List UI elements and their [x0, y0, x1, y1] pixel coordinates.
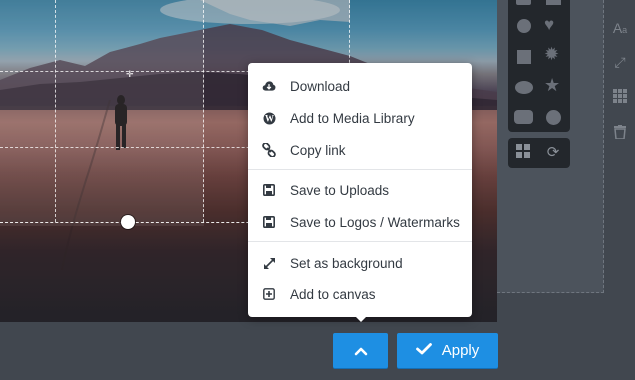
menu-item-label: Set as background	[290, 255, 403, 271]
star-shape-icon[interactable]: ★	[544, 75, 560, 96]
crosshair-icon: ✛	[126, 69, 134, 79]
trash-icon[interactable]	[609, 124, 631, 144]
bottom-toolbar	[0, 322, 635, 380]
apply-button-label: Apply	[441, 342, 480, 359]
menu-item-copy-link[interactable]: Copy link	[248, 135, 472, 165]
heart-shape-icon[interactable]: ♥	[544, 15, 554, 35]
expand-arrows-icon	[262, 257, 276, 270]
crop-resize-handle[interactable]	[121, 215, 135, 229]
wordpress-icon: W	[262, 112, 276, 125]
crop-guide-line	[203, 0, 204, 222]
shape-palette: ♥ ✹ ★	[508, 0, 570, 132]
link-icon	[262, 143, 276, 157]
refresh-icon[interactable]: ⟳	[544, 144, 562, 162]
circle-shape-icon[interactable]	[546, 110, 561, 125]
ellipse-shape-icon[interactable]	[515, 81, 533, 94]
menu-item-label: Copy link	[290, 142, 346, 158]
circle-shape-icon[interactable]	[517, 19, 531, 33]
save-options-menu: Download W Add to Media Library Copy lin…	[248, 63, 472, 317]
crop-guide-line	[55, 0, 56, 222]
menu-pointer	[353, 314, 369, 322]
chevron-up-icon	[354, 347, 367, 355]
menu-item-label: Add to Media Library	[290, 110, 415, 126]
cloud-download-icon	[262, 80, 276, 92]
checkmark-icon	[415, 342, 432, 360]
menu-item-add-to-canvas[interactable]: Add to canvas	[248, 279, 472, 309]
rounded-rect-shape-icon[interactable]	[514, 110, 533, 124]
floppy-disk-icon	[262, 216, 276, 228]
menu-item-label: Add to canvas	[290, 286, 376, 302]
menu-divider	[248, 241, 472, 242]
menu-toggle-button[interactable]	[333, 333, 388, 368]
badge-shape-icon[interactable]: ✹	[544, 44, 559, 65]
shape-square-icon[interactable]	[546, 0, 561, 5]
grid-icon[interactable]	[514, 144, 532, 162]
menu-item-label: Save to Logos / Watermarks	[290, 214, 460, 230]
menu-item-set-as-background[interactable]: Set as background	[248, 248, 472, 278]
svg-text:W: W	[265, 113, 274, 123]
plus-square-icon	[262, 288, 276, 300]
menu-item-label: Download	[290, 78, 351, 94]
menu-item-save-to-logos[interactable]: Save to Logos / Watermarks	[248, 207, 472, 237]
crop-selection[interactable]	[0, 0, 204, 226]
floppy-disk-icon	[262, 184, 276, 196]
menu-divider	[248, 169, 472, 170]
grid-icon[interactable]	[609, 88, 631, 108]
menu-item-add-to-media-library[interactable]: W Add to Media Library	[248, 103, 472, 133]
shape-rounded-rect-icon[interactable]	[516, 0, 531, 5]
resize-icon[interactable]: ⤢	[609, 52, 631, 72]
menu-item-label: Save to Uploads	[290, 182, 390, 198]
apply-button[interactable]: Apply	[397, 333, 498, 368]
shape-tools: ⟳	[508, 138, 570, 168]
square-shape-icon[interactable]	[517, 50, 531, 64]
text-icon[interactable]: Aa	[609, 18, 631, 38]
menu-item-download[interactable]: Download	[248, 71, 472, 101]
menu-item-save-to-uploads[interactable]: Save to Uploads	[248, 175, 472, 205]
